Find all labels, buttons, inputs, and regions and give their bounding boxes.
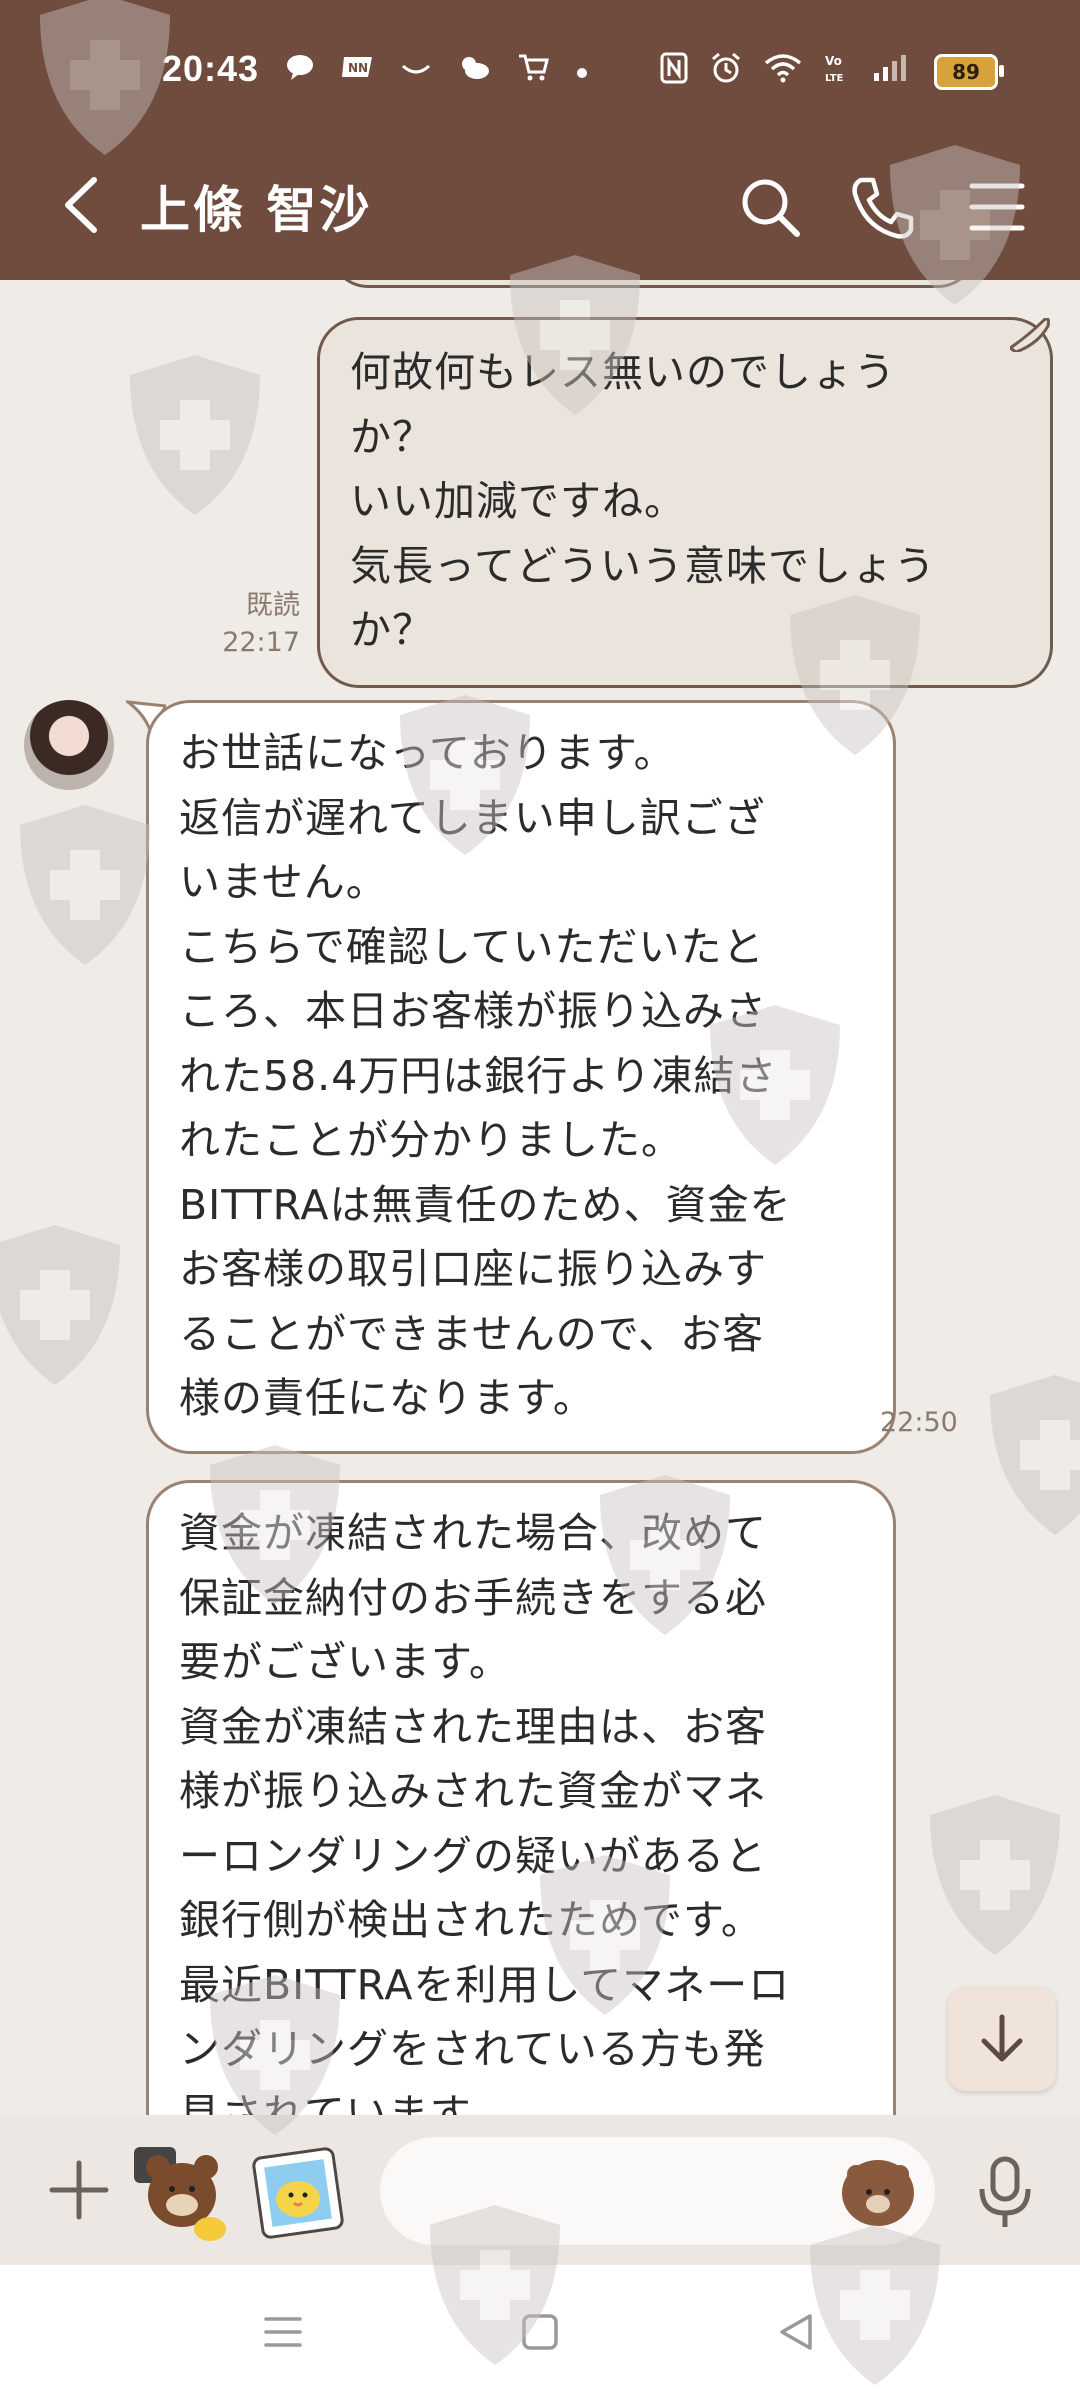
menu-icon (264, 2317, 302, 2347)
arrow-down-icon (981, 2014, 1023, 2062)
menu-button[interactable] (962, 172, 1032, 242)
link-icon (401, 54, 431, 87)
bubble-tail-icon (1010, 318, 1050, 352)
add-button[interactable] (44, 2155, 114, 2225)
message-line: れた58.4万円は銀行より凍結さ (179, 1051, 778, 1100)
status-time: 20:43 (162, 48, 260, 89)
message-line: 様が振り込みされた資金がマネ (179, 1767, 767, 1815)
message-time: 22:50 (880, 1407, 958, 1438)
message-line: 資金が凍結された理由は、お客 (179, 1702, 767, 1751)
status-left-icons: NN (285, 52, 589, 89)
message-line: いい加減ですね。 (350, 477, 686, 525)
message-line: 資金が凍結された場合、改めて (179, 1509, 767, 1557)
back-button[interactable] (56, 170, 116, 240)
status-right-icons: Vo LTE 89 (660, 52, 1004, 91)
sent-message-bubble[interactable]: 何故何もレス無いのでしょう か？ いい加減ですね。 気長ってどういう意味でしょう… (317, 317, 1053, 688)
weather-icon (457, 53, 491, 88)
message-line: 返信が遅れてしまい申し訳ござ (179, 793, 766, 842)
chat-area[interactable]: 何故何もレス無いのでしょう か？ いい加減ですね。 気長ってどういう意味でしょう… (0, 280, 1080, 2115)
chat-notification-icon (285, 53, 315, 88)
message-line: いません。 (179, 858, 388, 906)
received-message-bubble[interactable]: お世話になっております。 返信が遅れてしまい申し訳ござ いません。 こちらで確認… (146, 700, 896, 1454)
message-line: 様の責任になります。 (179, 1374, 595, 1422)
message-line: 何故何もレス無いのでしょう (350, 348, 896, 396)
square-icon (522, 2314, 558, 2350)
svg-text:Vo: Vo (825, 54, 842, 68)
wifi-icon (764, 53, 802, 90)
read-receipt: 既読 (246, 590, 300, 621)
message-line: ンダリングをされている方も発 (179, 2025, 766, 2073)
message-line: ることができませんので、お客 (179, 1309, 765, 1358)
top-bar: 20:43 NN Vo LTE 89 上條 智沙 (0, 0, 1080, 280)
photo-icon (252, 2147, 344, 2239)
plus-icon (49, 2160, 109, 2220)
shopping-cart-icon (517, 52, 549, 89)
message-line: 最近BITTRAを利用してマネーロ (179, 1960, 791, 2009)
system-nav-bar (0, 2265, 1080, 2400)
message-line: こちらで確認していただいたと (179, 922, 765, 971)
home-button[interactable] (515, 2307, 565, 2357)
nfc-icon (660, 52, 688, 91)
message-line: ーロンダリングの疑いがあると (179, 1831, 767, 1880)
message-line: 気長ってどういう意味でしょう (350, 541, 936, 590)
contact-name: 上條 智沙 (140, 181, 373, 239)
message-line: か？ (350, 606, 434, 654)
message-line: 銀行側が検出されたためです。 (179, 1896, 763, 1944)
microphone-icon (979, 2156, 1031, 2227)
received-message-bubble[interactable]: 資金が凍結された場合、改めて 保証金納付のお手続きをする必 要がございます。 資… (146, 1480, 896, 2115)
battery-icon: 89 (934, 53, 1004, 90)
message-line: 保証金納付のお手続きをする必 (179, 1573, 767, 1622)
contact-avatar[interactable] (24, 700, 114, 790)
triangle-back-icon (780, 2314, 812, 2350)
dot-icon (575, 54, 589, 87)
emoji-icon (847, 2165, 909, 2224)
sticker-button[interactable] (130, 2137, 230, 2242)
volte-icon: Vo LTE (824, 52, 850, 91)
message-line: ころ、本日お客様が振り込みさ (179, 987, 767, 1035)
signal-icon (872, 53, 912, 90)
phone-icon (852, 177, 914, 239)
message-line: お世話になっております。 (179, 729, 676, 777)
recent-apps-button[interactable] (258, 2307, 308, 2357)
message-line: 見されています。 (179, 2089, 510, 2116)
menu-icon (969, 183, 1025, 231)
svg-text:NN: NN (348, 61, 368, 75)
call-button[interactable] (847, 172, 917, 242)
message-line: か？ (350, 412, 434, 461)
status-bar: 20:43 NN Vo LTE 89 (0, 0, 1080, 140)
message-line: お客様の取引口座に振り込みす (179, 1245, 767, 1293)
message-line: BITTRAは無責任のため、資金を (179, 1180, 792, 1229)
search-button[interactable] (735, 172, 805, 242)
chevron-left-icon (65, 177, 97, 233)
news-app-icon: NN (341, 53, 375, 88)
svg-text:LTE: LTE (825, 73, 844, 84)
message-line: 要がございます。 (179, 1638, 511, 1686)
voice-button[interactable] (970, 2153, 1040, 2233)
message-time: 22:17 (222, 627, 300, 658)
scroll-to-bottom-button[interactable] (948, 1987, 1056, 2091)
sticker-icon (134, 2147, 226, 2241)
message-input-bar (0, 2115, 1080, 2265)
chat-header: 上條 智沙 (0, 140, 1080, 280)
message-line: れたことが分かりました。 (179, 1116, 683, 1164)
emoji-button[interactable] (842, 2160, 914, 2226)
search-icon (742, 179, 800, 237)
photo-button[interactable] (252, 2147, 344, 2239)
previous-message-bubble (330, 280, 976, 288)
alarm-icon (710, 52, 742, 91)
back-nav-button[interactable] (772, 2307, 822, 2357)
